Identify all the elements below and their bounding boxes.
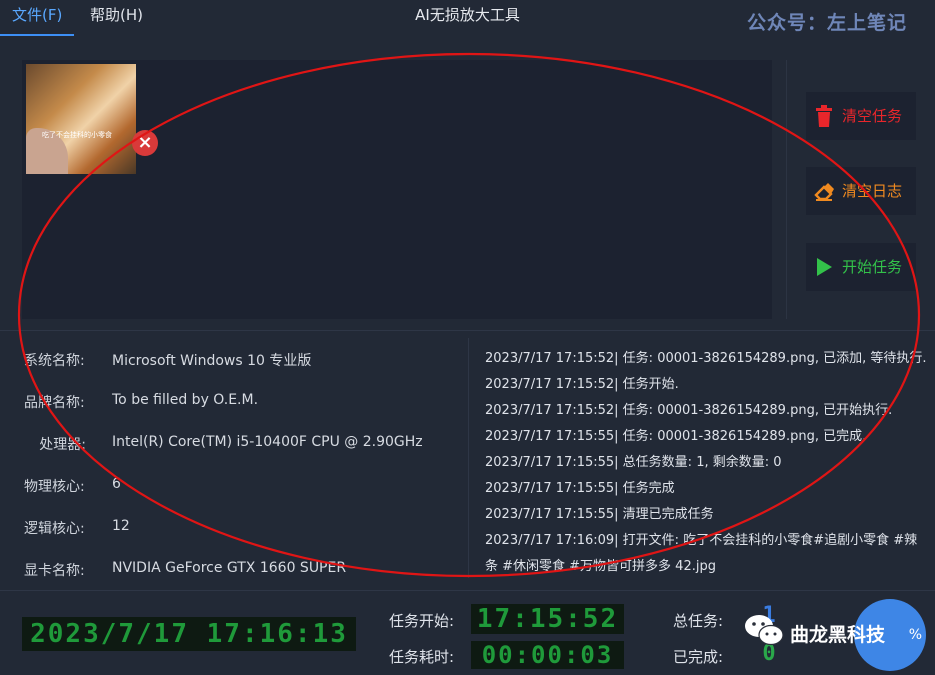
log-line: 2023/7/17 17:15:52| 任务: 00001-3826154289… (485, 351, 927, 366)
log-line: 2023/7/17 17:15:55| 总任务数量: 1, 剩余数量: 0 (485, 455, 782, 470)
thumbnail-caption: 吃了不会挂科的小零食 (42, 131, 112, 139)
brand-name: 曲龙黑科技 (790, 624, 886, 646)
clear-log-label: 清空日志 (842, 182, 903, 200)
brand-watermark: 曲龙黑科技 (744, 600, 914, 660)
completed-label: 已完成: (673, 648, 724, 666)
log-line: 2023/7/17 17:16:09| 打开文件: 吃了不会挂科的小零食#追剧小… (485, 533, 918, 548)
info-key: 逻辑核心: (24, 521, 85, 537)
task-thumbnail[interactable]: 吃了不会挂科的小零食 (26, 64, 136, 174)
info-value: Microsoft Windows 10 专业版 (112, 353, 312, 369)
info-value: Intel(R) Core(TM) i5-10400F CPU @ 2.90GH… (112, 434, 423, 450)
info-value: NVIDIA GeForce GTX 1660 SUPER (112, 560, 347, 576)
log-line: 2023/7/17 17:15:55| 任务完成 (485, 481, 675, 496)
task-start-display: 17:15:52 (471, 604, 624, 634)
panel-divider (468, 338, 469, 578)
remove-task-icon[interactable]: × (132, 130, 158, 156)
clear-log-button[interactable]: 清空日志 (806, 167, 916, 215)
task-elapsed-label: 任务耗时: (389, 648, 455, 666)
log-panel[interactable]: 2023/7/17 17:15:52| 任务: 00001-3826154289… (485, 343, 935, 578)
log-line: 2023/7/17 17:15:52| 任务开始. (485, 377, 679, 392)
start-task-button[interactable]: 开始任务 (806, 243, 916, 291)
info-key: 处理器: (39, 437, 86, 453)
watermark-text: 公众号：左上笔记 (746, 12, 907, 34)
info-key: 品牌名称: (24, 395, 85, 411)
task-elapsed-display: 00:00:03 (471, 641, 624, 669)
info-value: To be filled by O.E.M. (112, 392, 259, 408)
info-key: 系统名称: (24, 353, 85, 369)
trash-icon (816, 105, 832, 127)
task-list-area[interactable]: 吃了不会挂科的小零食 × (22, 60, 772, 319)
start-task-label: 开始任务 (842, 258, 903, 276)
clear-tasks-button[interactable]: 清空任务 (806, 92, 916, 140)
eraser-icon (814, 183, 834, 201)
info-value: 12 (112, 518, 130, 534)
clear-tasks-label: 清空任务 (842, 107, 903, 125)
log-line: 2023/7/17 17:15:55| 清理已完成任务 (485, 507, 714, 522)
system-info-panel: 系统名称: Microsoft Windows 10 专业版 品牌名称: To … (24, 340, 464, 590)
section-divider (0, 330, 935, 331)
info-key: 显卡名称: (24, 563, 85, 579)
clock-display: 2023/7/17 17:16:13 (22, 617, 356, 651)
info-key: 物理核心: (24, 479, 85, 495)
footer-divider (0, 590, 935, 591)
menu-bar: 文件(F) 帮助(H) AI无损放大工具 公众号：左上笔记 (0, 0, 935, 36)
play-icon (817, 258, 832, 276)
info-value: 6 (112, 476, 121, 492)
log-line: 条 #休闲零食 #万物皆可拼多多 42.jpg (485, 559, 716, 574)
log-line: 2023/7/17 17:15:52| 任务: 00001-3826154289… (485, 403, 893, 418)
task-start-label: 任务开始: (389, 612, 455, 630)
log-line: 2023/7/17 17:15:55| 任务: 00001-3826154289… (485, 429, 867, 444)
wechat-icon (745, 615, 784, 646)
action-panel: 清空任务 清空日志 开始任务 (786, 60, 935, 319)
total-tasks-label: 总任务: (673, 612, 724, 630)
